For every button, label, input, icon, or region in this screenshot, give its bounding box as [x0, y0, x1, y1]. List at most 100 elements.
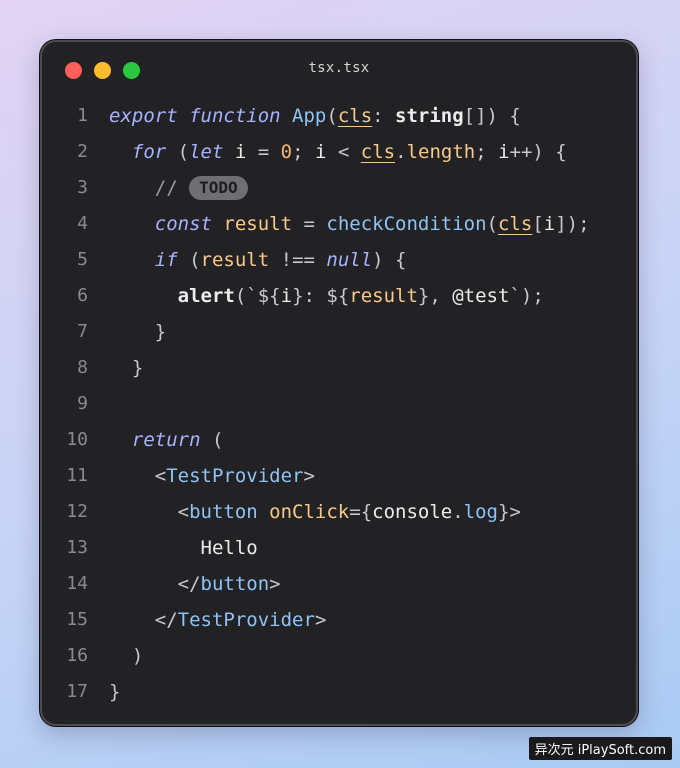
identifier-token: i — [280, 285, 293, 307]
function-name-token: App — [292, 105, 327, 127]
line-number: 13 — [66, 537, 88, 558]
line-content: ) — [109, 638, 143, 674]
keyword-token: return — [131, 429, 212, 451]
line-content: export function App(cls: string[]) { — [109, 98, 521, 134]
number-token: 0 — [280, 141, 293, 163]
function-name-token: log — [463, 501, 498, 523]
type-token: string — [395, 105, 464, 127]
punctuation-token: ]); — [555, 213, 590, 235]
line-number: 11 — [66, 465, 88, 486]
punctuation-token: } — [131, 357, 144, 379]
punctuation-token: > — [269, 573, 281, 595]
code-line: 17} — [42, 674, 636, 710]
line-content: // TODO — [109, 170, 248, 206]
keyword-token: if — [154, 249, 190, 271]
parameter-token: cls — [360, 141, 396, 163]
code-line: 16 ) — [42, 638, 636, 674]
punctuation-token: > — [314, 609, 327, 631]
code-line: 9 — [42, 386, 636, 422]
window-title: tsx.tsx — [308, 60, 370, 76]
code-line: 14 </button> — [42, 566, 636, 602]
punctuation-token: = — [303, 213, 327, 235]
punctuation-token: } — [154, 321, 167, 343]
punctuation-token: ; — [475, 141, 499, 163]
punctuation-token: ( — [211, 429, 224, 451]
identifier-token: i — [498, 141, 510, 163]
punctuation-token: ++) { — [509, 141, 567, 163]
comment-token: // — [154, 177, 190, 199]
line-number: 3 — [77, 177, 88, 198]
punctuation-token: < — [154, 465, 167, 487]
variable-token: result — [223, 213, 304, 235]
todo-badge: TODO — [189, 176, 248, 200]
punctuation-token: }> — [498, 501, 521, 523]
line-content: } — [109, 314, 166, 350]
punctuation-token: }: ${ — [292, 285, 350, 307]
code-line: 4 const result = checkCondition(cls[i]); — [42, 206, 636, 242]
punctuation-token: > — [303, 465, 315, 487]
punctuation-token: . — [395, 141, 407, 163]
punctuation-token: ) — [131, 645, 144, 667]
identifier-token: Hello — [200, 537, 258, 559]
keyword-token: for — [131, 141, 178, 163]
punctuation-token: []) { — [463, 105, 521, 127]
punctuation-token: ( — [177, 141, 190, 163]
punctuation-token: : — [372, 105, 396, 127]
line-content: } — [109, 674, 120, 710]
code-line: 10 return ( — [42, 422, 636, 458]
keyword-token: const — [154, 213, 224, 235]
identifier-token: i — [315, 141, 338, 163]
code-line: 1 export function App(cls: string[]) { — [42, 98, 636, 134]
line-content: </button> — [109, 566, 281, 602]
punctuation-token: . — [452, 501, 464, 523]
punctuation-token: < — [177, 501, 190, 523]
line-number: 10 — [66, 429, 88, 450]
keyword-token: export function — [109, 105, 293, 127]
code-block: 1 export function App(cls: string[]) {2 f… — [42, 98, 636, 710]
watermark: 异次元 iPlaySoft.com — [528, 737, 672, 760]
punctuation-token: < — [337, 141, 361, 163]
keyword-token: let — [189, 141, 235, 163]
line-content: alert(`${i}: ${result}, @test`); — [109, 278, 544, 314]
punctuation-token: ; — [292, 141, 315, 163]
code-line: 6 alert(`${i}: ${result}, @test`); — [42, 278, 636, 314]
line-number: 7 — [77, 321, 88, 342]
code-line: 15 </TestProvider> — [42, 602, 636, 638]
identifier-token: console — [372, 501, 453, 523]
line-content: if (result !== null) { — [109, 242, 407, 278]
punctuation-token: ( — [486, 213, 498, 235]
punctuation-token: (`${ — [234, 285, 281, 307]
code-line: 11 <TestProvider> — [42, 458, 636, 494]
line-content: <TestProvider> — [109, 458, 315, 494]
code-line: 3 // TODO — [42, 170, 636, 206]
keyword-token: null — [326, 249, 373, 271]
line-number: 16 — [66, 645, 88, 666]
punctuation-token: !== — [280, 249, 327, 271]
punctuation-token: </ — [154, 609, 178, 631]
line-content: const result = checkCondition(cls[i]); — [109, 206, 590, 242]
punctuation-token: ) { — [372, 249, 407, 271]
punctuation-token: ( — [326, 105, 338, 127]
punctuation-token: ={ — [349, 501, 373, 523]
code-line: 13 Hello — [42, 530, 636, 566]
punctuation-token: } — [109, 681, 121, 703]
identifier-token: @test — [452, 285, 510, 307]
line-number: 14 — [66, 573, 88, 594]
line-content: </TestProvider> — [109, 602, 327, 638]
jsx-tag-token: button — [189, 501, 270, 523]
variable-token: result — [349, 285, 418, 307]
line-number: 2 — [77, 141, 88, 162]
code-line: 2 for (let i = 0; i < cls.length; i++) { — [42, 134, 636, 170]
parameter-token: cls — [497, 213, 533, 235]
punctuation-token: }, — [417, 285, 453, 307]
line-number: 6 — [77, 285, 88, 306]
jsx-attribute-token: onClick — [269, 501, 350, 523]
